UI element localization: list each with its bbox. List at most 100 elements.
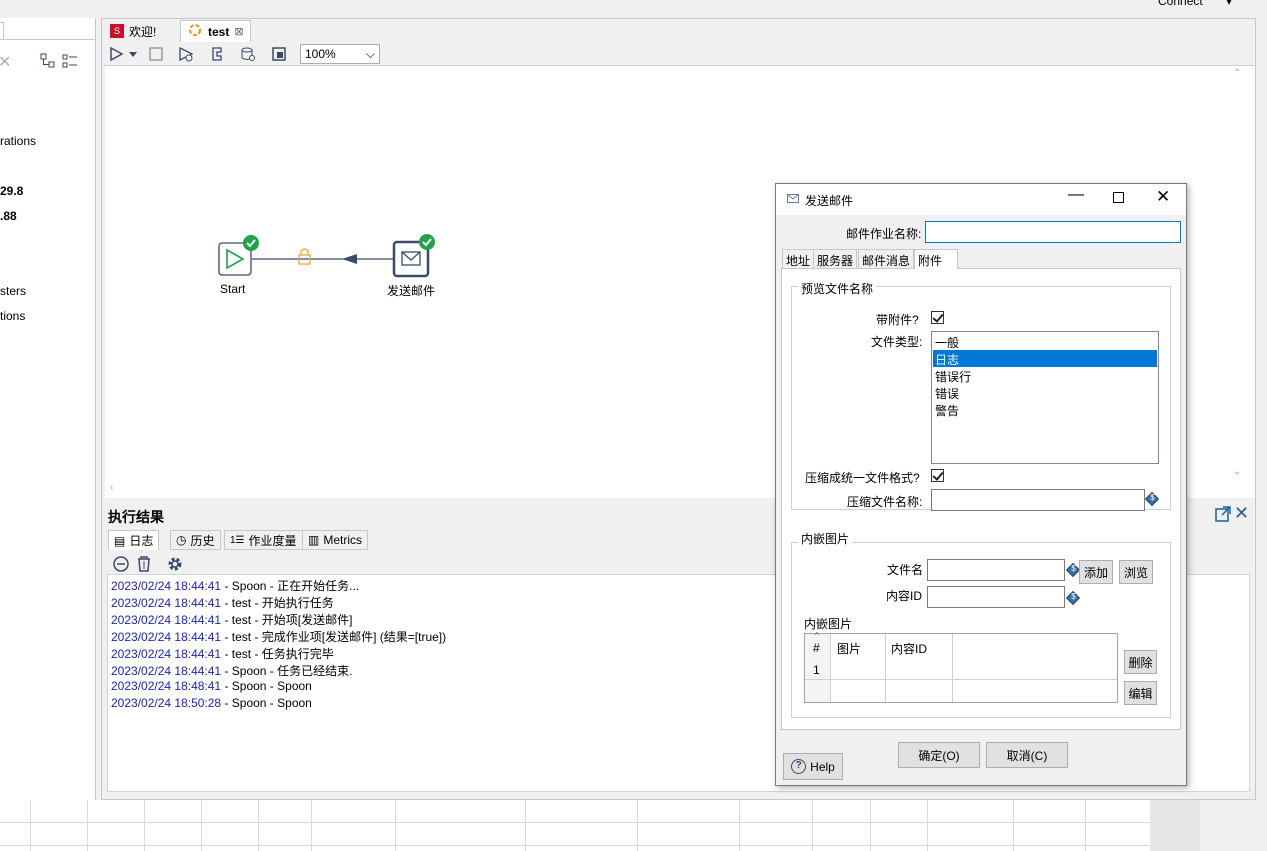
file-type-option[interactable]: 错误 [935, 385, 959, 402]
left-panel-tab[interactable] [0, 22, 4, 40]
content-id-label: 内容ID [886, 589, 923, 603]
edit-button[interactable]: 编辑 [1124, 681, 1157, 705]
editor-toolbar: 100% ⌵ [104, 42, 1254, 66]
tree-item[interactable]: rations [0, 134, 36, 148]
tab-job-metrics-label: 作业度量 [248, 533, 297, 548]
ok-button[interactable]: 确定(O) [898, 742, 980, 768]
browse-button[interactable]: 浏览 [1119, 560, 1153, 584]
log-message: - Spoon - Spoon [221, 679, 312, 693]
log-line: 2023/02/24 18:44:41 - test - 完成作业项[发送邮件]… [111, 628, 446, 645]
maximize-icon[interactable] [1214, 505, 1232, 526]
file-type-option-selected[interactable]: 日志 [935, 351, 959, 368]
minimize-icon[interactable]: — [1068, 186, 1084, 204]
tab-history-label: 历史 [190, 533, 215, 548]
close-icon[interactable]: ✕ [0, 52, 11, 72]
log-line: 2023/02/24 18:44:41 - test - 开始项[发送邮件] [111, 611, 352, 628]
tab-job-metrics[interactable]: 1☰ 作业度量 [224, 530, 303, 550]
table-header[interactable]: # [813, 641, 820, 655]
log-message: - Spoon - 任务已经结束. [221, 664, 353, 678]
file-type-option[interactable]: 错误行 [935, 368, 971, 385]
job-name-label: 邮件作业名称: [846, 227, 922, 241]
log-timestamp: 2023/02/24 18:44:41 [111, 579, 222, 593]
embedded-group-title: 内嵌图片 [798, 530, 853, 547]
left-panel: ✕ rations 29.8 .88 sters tions [0, 18, 96, 800]
log-icon: ▤ [114, 533, 126, 548]
tree-item[interactable]: .88 [0, 209, 17, 223]
table-row-number[interactable]: 1 [813, 663, 820, 677]
tab-attachment[interactable]: 附件 [914, 249, 958, 269]
log-timestamp: 2023/02/24 18:44:41 [111, 664, 222, 678]
zip-name-input[interactable] [931, 489, 1145, 511]
log-timestamp: 2023/02/24 18:50:28 [111, 696, 222, 710]
tree-item[interactable]: 29.8 [0, 184, 23, 198]
zip-name-label: 压缩文件名称: [847, 495, 923, 509]
delete-button[interactable]: 删除 [1124, 650, 1157, 674]
close-icon[interactable]: ✕ [1156, 187, 1170, 207]
tab-message[interactable]: 邮件消息 [858, 249, 915, 269]
help-button[interactable]: ? Help [783, 753, 843, 780]
debug-icon[interactable] [208, 45, 226, 63]
table-header[interactable]: 图片 [837, 640, 861, 657]
file-type-option[interactable]: 一般 [935, 334, 959, 351]
tab-welcome-label: 欢迎! [129, 24, 157, 39]
clock-icon: ◷ [176, 533, 187, 547]
log-timestamp: 2023/02/24 18:44:41 [111, 613, 222, 627]
preview-icon[interactable] [177, 45, 195, 63]
images-table[interactable]: # ^ 图片 内容ID 1 [804, 631, 1118, 703]
tab-history[interactable]: ◷ 历史 [170, 530, 221, 550]
node-label-start: Start [220, 282, 246, 296]
close-icon[interactable]: ⊠ [234, 25, 243, 38]
tab-test-label: test [208, 24, 230, 39]
table-header[interactable]: 内容ID [891, 640, 927, 657]
sql-icon[interactable] [239, 45, 257, 63]
scroll-down-icon[interactable]: ⌄ [1233, 466, 1241, 477]
tab-test[interactable]: test ⊠ [180, 20, 251, 42]
trash-icon[interactable] [136, 555, 152, 576]
with-attachment-checkbox[interactable] [931, 311, 944, 324]
scroll-up-icon[interactable]: ⌃ [1233, 68, 1241, 79]
tab-log[interactable]: ▤ 日志 [108, 530, 160, 550]
log-line: 2023/02/24 18:44:41 - test - 任务执行完毕 [111, 645, 334, 662]
tab-welcome[interactable]: S 欢迎! [104, 20, 162, 42]
connect-button[interactable]: Connect ▾ [1158, 0, 1232, 8]
zoom-select[interactable]: 100% ⌵ [300, 44, 380, 64]
file-type-label: 文件类型: [871, 335, 923, 349]
log-timestamp: 2023/02/24 18:48:41 [111, 679, 222, 693]
file-type-list[interactable]: 一般 日志 错误行 错误 警告 [931, 331, 1159, 464]
maximize-icon[interactable] [1113, 192, 1124, 203]
zoom-value: 100% [305, 47, 336, 61]
filename-input[interactable] [927, 559, 1065, 581]
run-dropdown-icon[interactable] [128, 45, 138, 63]
file-type-option[interactable]: 警告 [935, 402, 959, 419]
clear-log-icon[interactable] [112, 555, 130, 576]
dialog-title: 发送邮件 [805, 194, 854, 208]
log-timestamp: 2023/02/24 18:44:41 [111, 647, 222, 661]
metrics-icon: ▥ [308, 533, 320, 547]
cancel-button[interactable]: 取消(C) [986, 742, 1068, 768]
close-icon[interactable]: ✕ [1234, 503, 1249, 524]
sort-icon: ^ [815, 631, 819, 640]
add-button[interactable]: 添加 [1079, 560, 1113, 584]
tab-server[interactable]: 服务器 [813, 249, 858, 269]
help-icon: ? [791, 759, 807, 774]
content-id-input[interactable] [927, 586, 1065, 608]
top-strip [0, 0, 1267, 18]
tab-metrics[interactable]: ▥ Metrics [302, 530, 369, 550]
chevron-down-icon: ▾ [1226, 0, 1233, 8]
list-icon[interactable] [62, 53, 78, 72]
gear-icon[interactable] [166, 555, 184, 576]
tree-item[interactable]: sters [0, 284, 26, 298]
log-message: - test - 开始执行任务 [221, 596, 334, 610]
stop-icon[interactable] [147, 45, 165, 63]
scroll-left-icon[interactable]: ‹ [110, 482, 113, 493]
tree-item[interactable]: tions [0, 309, 25, 323]
success-check-icon [419, 234, 435, 250]
tab-address[interactable]: 地址 [782, 249, 815, 269]
job-name-input[interactable] [925, 221, 1181, 243]
run-icon[interactable] [107, 45, 125, 63]
explore-icon[interactable] [270, 45, 288, 63]
tree-icon[interactable] [40, 53, 56, 72]
log-message: - Spoon - 正在开始任务... [221, 579, 360, 593]
zip-checkbox[interactable] [931, 469, 944, 482]
list-numbered-icon: 1☰ [230, 534, 245, 546]
